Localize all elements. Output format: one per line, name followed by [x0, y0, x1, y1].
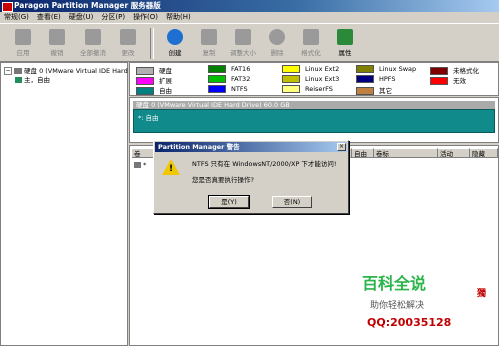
menu-partition[interactable]: 分区(P) — [97, 12, 129, 23]
disk-header: 硬盘 0 (VMware Virtual IDE Hard Drive) 60.… — [133, 101, 495, 109]
legend-swatch — [136, 67, 154, 75]
free-partition-block[interactable]: *: 自由 — [133, 109, 495, 133]
legend-item: FAT16 — [208, 65, 250, 73]
column-header-free[interactable]: 自由 — [352, 148, 374, 158]
tree-item-partition[interactable]: 主，自由 — [15, 74, 50, 84]
legend-item: Linux Ext3 — [282, 75, 339, 83]
menu-disk[interactable]: 硬盘(U) — [65, 12, 98, 23]
properties-button[interactable]: 属性 — [328, 26, 362, 60]
legend-swatch — [430, 67, 448, 75]
disk-map-panel: 硬盘 0 (VMware Virtual IDE Hard Drive) 60.… — [129, 97, 499, 143]
legend-item: 扩展 — [136, 75, 172, 85]
legend-item: HPFS — [356, 75, 396, 83]
legend-item: 其它 — [356, 85, 392, 95]
apply-button[interactable]: 应用 — [6, 26, 40, 60]
legend-swatch — [208, 65, 226, 73]
legend-item: FAT32 — [208, 75, 250, 83]
legend-item: Linux Swap — [356, 65, 416, 73]
table-row[interactable]: * — [134, 161, 146, 169]
legend-swatch — [356, 65, 374, 73]
partition-block-label: *: 自由 — [138, 114, 159, 122]
watermark-brand: 百科全说 — [362, 274, 427, 293]
dialog-message-2: 您是否真要执行操作? — [192, 176, 254, 184]
legend-item: Linux Ext2 — [282, 65, 339, 73]
dialog-title-bar: Partition Manager 警告 — [155, 142, 347, 152]
app-icon — [2, 2, 13, 12]
no-button[interactable]: 否(N) — [272, 196, 312, 208]
legend-swatch — [356, 87, 374, 95]
yes-button[interactable]: 是(Y) — [208, 195, 250, 209]
legend-item: 未格式化 — [430, 65, 479, 75]
collapse-icon[interactable]: − — [4, 67, 12, 75]
warning-icon-mark: ! — [169, 164, 174, 174]
legend-swatch — [208, 75, 226, 83]
legend-item: ReiserFS — [282, 85, 333, 93]
disk-tree-panel: − 硬盘 0 (VMware Virtual IDE Hard 主，自由 — [0, 62, 128, 346]
watermark-seal: 獨 — [477, 289, 487, 299]
dialog-title: Partition Manager 警告 — [158, 143, 240, 151]
menu-operations[interactable]: 操作(O) — [129, 12, 162, 23]
drive-icon — [134, 162, 141, 168]
partition-icon — [15, 77, 22, 83]
tree-partition-label: 主，自由 — [24, 76, 50, 84]
legend-item: 硬盘 — [136, 65, 172, 75]
redo-icon — [120, 29, 136, 45]
legend-swatch — [282, 75, 300, 83]
delete-icon — [269, 29, 285, 45]
undo-all-button[interactable]: 全部撤消 — [76, 26, 110, 60]
column-header-active[interactable]: 活动 — [438, 148, 470, 158]
legend-item: 自由 — [136, 85, 172, 95]
legend-item: NTFS — [208, 85, 248, 93]
warning-dialog: Partition Manager 警告 × ! NTFS 只有在 Window… — [153, 140, 349, 214]
resize-icon — [235, 29, 251, 45]
column-header-hidden[interactable]: 隐藏 — [470, 148, 498, 158]
delete-button[interactable]: 删除 — [260, 26, 294, 60]
menu-view[interactable]: 查看(E) — [33, 12, 65, 23]
undo-icon — [49, 29, 65, 45]
toolbar: 应用 撤销 全部撤消 更改 创建 复制 调整大小 删除 格式化 属性 — [0, 23, 499, 62]
menu-bar: 常规(G) 查看(E) 硬盘(U) 分区(P) 操作(O) 帮助(H) — [0, 12, 499, 23]
legend-swatch — [282, 65, 300, 73]
watermark-qq: QQ:20035128 — [367, 316, 452, 329]
window-title-bar: Paragon Partition Manager 服务器版 — [0, 0, 499, 12]
watermark-slogan: 助你轻松解决 — [370, 301, 425, 311]
create-icon — [167, 29, 183, 45]
legend-swatch — [430, 77, 448, 85]
legend-swatch — [136, 77, 154, 85]
copy-button[interactable]: 复制 — [192, 26, 226, 60]
properties-icon — [337, 29, 353, 45]
menu-help[interactable]: 帮助(H) — [162, 12, 195, 23]
apply-icon — [15, 29, 31, 45]
dialog-close-button[interactable]: × — [337, 143, 346, 151]
resize-button[interactable]: 调整大小 — [226, 26, 260, 60]
format-icon — [303, 29, 319, 45]
legend-swatch — [356, 75, 374, 83]
filesystem-legend: 硬盘 FAT16 Linux Ext2 Linux Swap 未格式化 扩展 F… — [129, 62, 499, 96]
dialog-message-1: NTFS 只有在 WindowsNT/2000/XP 下才能访问! — [192, 160, 337, 168]
toolbar-separator — [150, 28, 154, 59]
legend-swatch — [208, 85, 226, 93]
format-button[interactable]: 格式化 — [294, 26, 328, 60]
legend-item: 无效 — [430, 75, 466, 85]
redo-button[interactable]: 更改 — [111, 26, 145, 60]
copy-icon — [201, 29, 217, 45]
undo-button[interactable]: 撤销 — [40, 26, 74, 60]
legend-swatch — [282, 85, 300, 93]
create-button[interactable]: 创建 — [158, 26, 192, 60]
legend-swatch — [136, 87, 154, 95]
undo-all-icon — [85, 29, 101, 45]
column-header-label[interactable]: 卷标 — [374, 148, 438, 158]
window-title: Paragon Partition Manager 服务器版 — [14, 1, 161, 10]
menu-general[interactable]: 常规(G) — [0, 12, 33, 23]
